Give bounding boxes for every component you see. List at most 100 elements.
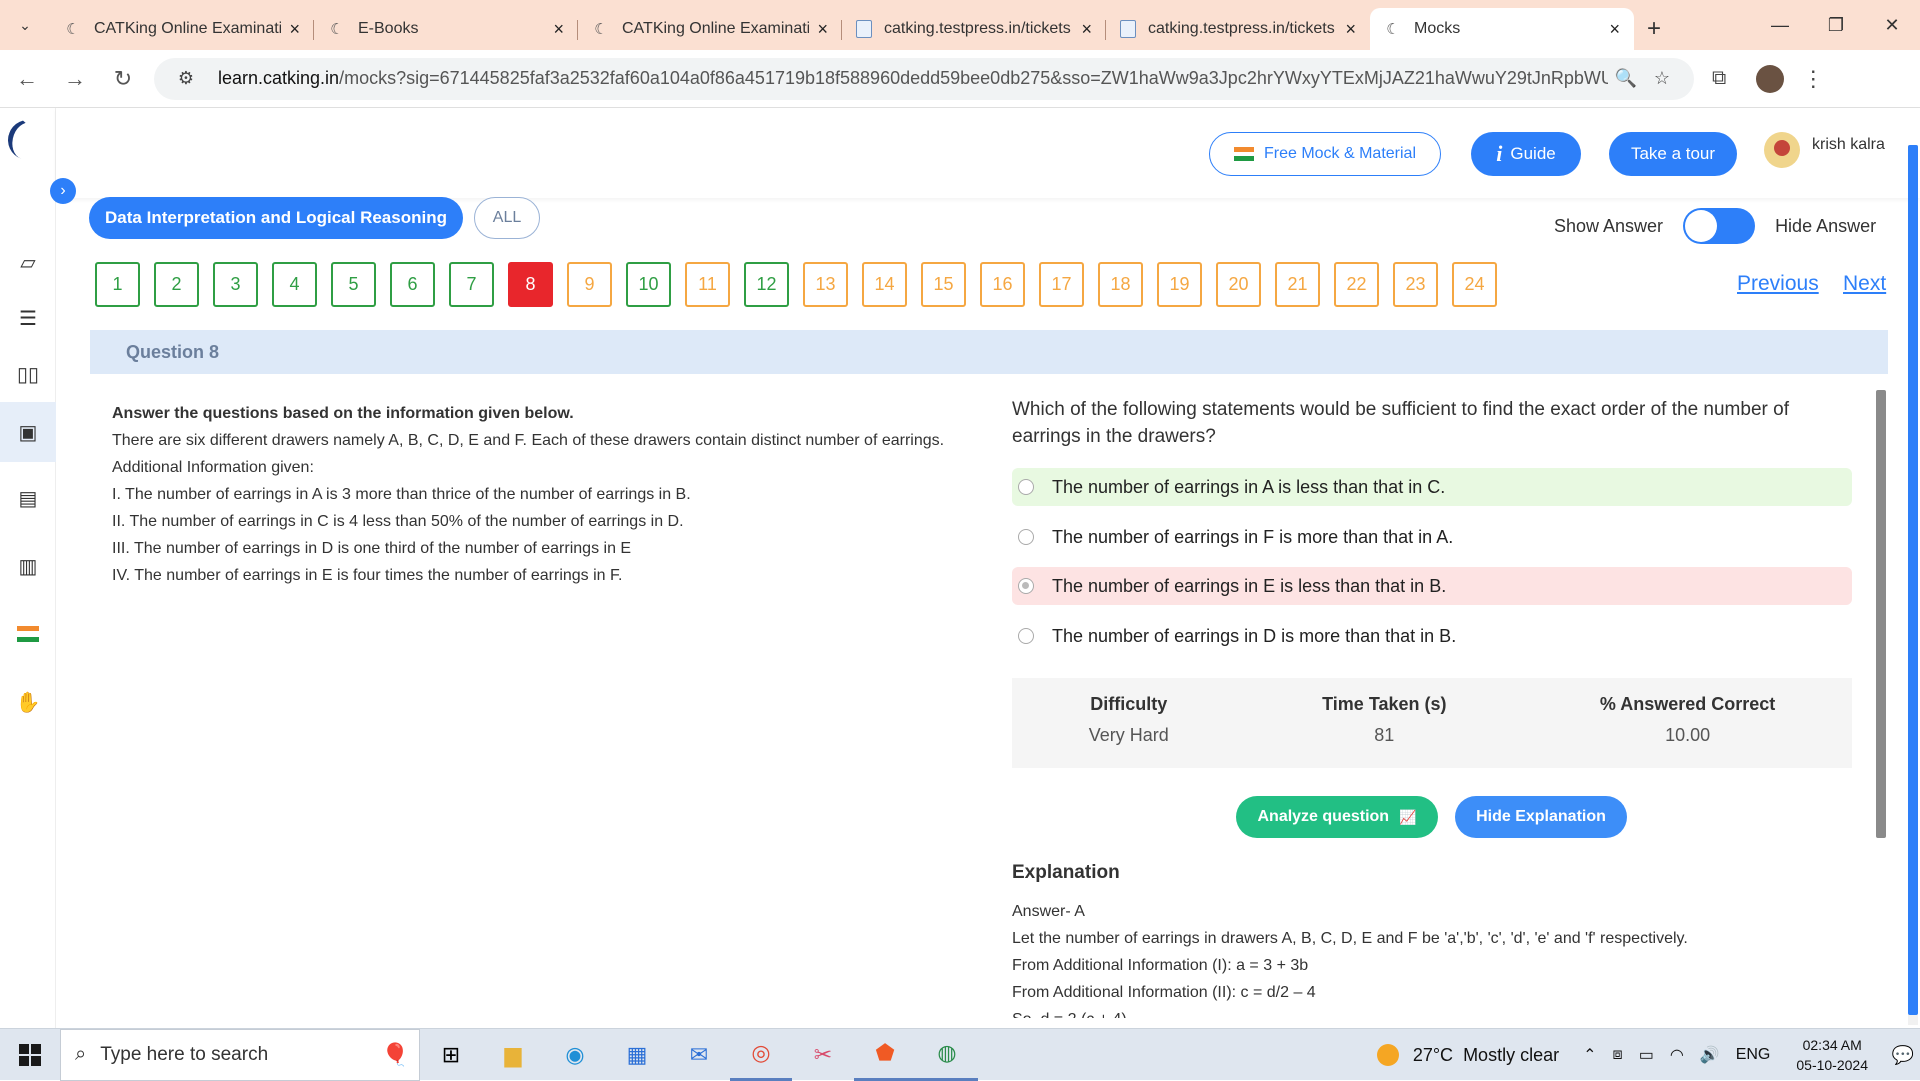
radio-button[interactable] [1018, 628, 1034, 644]
sidebar-expand-chevron-icon[interactable]: › [50, 178, 76, 204]
question-number-button[interactable]: 20 [1216, 262, 1261, 307]
taskbar-search[interactable]: ⌕ Type here to search 🎈 [60, 1028, 420, 1081]
take-a-tour-button[interactable]: Take a tour [1609, 132, 1737, 176]
free-mock-material-button[interactable]: Free Mock & Material [1209, 132, 1441, 176]
profile-avatar-icon[interactable] [1756, 64, 1785, 93]
sidebar-item-books[interactable]: ▱ [0, 232, 56, 292]
close-tab-icon[interactable]: × [1609, 19, 1620, 40]
site-info-icon[interactable]: ⚙ [168, 68, 204, 89]
meet-now-icon[interactable]: ⧈ [1613, 1046, 1623, 1064]
browser-tab[interactable]: ☾ CATKing Online Examinatic × [50, 8, 314, 50]
new-tab-plus-icon[interactable]: + [1634, 8, 1674, 50]
task-view-icon[interactable]: ⊞ [420, 1029, 482, 1081]
page-scrollbar[interactable] [1908, 145, 1918, 1025]
browser-tab[interactable]: ☾ E-Books × [314, 8, 578, 50]
chevron-up-icon[interactable]: ⌃ [1583, 1045, 1596, 1065]
scissors-icon[interactable]: ✂ [792, 1029, 854, 1081]
store-icon[interactable]: ▦ [606, 1029, 668, 1081]
extensions-puzzle-icon[interactable]: ⧉ [1712, 67, 1726, 90]
close-tab-icon[interactable]: × [553, 19, 564, 40]
app-icon[interactable]: ◎ [730, 1029, 792, 1081]
url-text[interactable]: learn.catking.in/mocks?sig=671445825faf3… [218, 68, 1608, 89]
close-tab-icon[interactable]: × [1081, 19, 1092, 40]
radio-button[interactable] [1018, 578, 1034, 594]
question-number-button[interactable]: 7 [449, 262, 494, 307]
sidebar-item-list[interactable]: ☰ [0, 288, 56, 348]
question-number-button[interactable]: 6 [390, 262, 435, 307]
restore-icon[interactable]: ❐ [1808, 0, 1864, 50]
user-profile[interactable]: krish kalra [1764, 132, 1885, 168]
browser-menu-icon[interactable]: ⋮ [1802, 66, 1824, 92]
language-indicator[interactable]: ENG [1736, 1046, 1771, 1064]
analyze-question-button[interactable]: Analyze question 📈 [1236, 796, 1438, 838]
question-number-button[interactable]: 15 [921, 262, 966, 307]
question-number-button[interactable]: 8 [508, 262, 553, 307]
radio-button[interactable] [1018, 529, 1034, 545]
question-number-button[interactable]: 16 [980, 262, 1025, 307]
option-d[interactable]: The number of earrings in D is more than… [1012, 617, 1852, 655]
browser-tab[interactable]: catking.testpress.in/tickets × [1106, 8, 1370, 50]
browser-tab[interactable]: catking.testpress.in/tickets × [842, 8, 1106, 50]
file-explorer-icon[interactable]: ▆ [482, 1029, 544, 1081]
subject-tab-dilr[interactable]: Data Interpretation and Logical Reasonin… [89, 197, 463, 239]
sidebar-item-india[interactable] [0, 604, 56, 664]
zoom-icon[interactable]: 🔍 [1608, 68, 1644, 89]
tab-search-chevron-icon[interactable]: ⌄ [0, 0, 50, 50]
answer-toggle-switch[interactable] [1683, 208, 1756, 244]
question-number-button[interactable]: 23 [1393, 262, 1438, 307]
forward-arrow-icon[interactable]: → [54, 58, 96, 100]
catking-logo[interactable] [2, 114, 54, 166]
option-c[interactable]: The number of earrings in E is less than… [1012, 567, 1852, 605]
question-number-button[interactable]: 17 [1039, 262, 1084, 307]
url-omnibox[interactable]: ⚙ learn.catking.in/mocks?sig=671445825fa… [154, 57, 1694, 100]
question-number-button[interactable]: 22 [1334, 262, 1379, 307]
question-number-button[interactable]: 14 [862, 262, 907, 307]
sidebar-item-screen[interactable]: ▤ [0, 468, 56, 528]
subject-tab-all[interactable]: ALL [474, 197, 540, 239]
hide-explanation-button[interactable]: Hide Explanation [1455, 796, 1627, 838]
question-number-button[interactable]: 5 [331, 262, 376, 307]
back-arrow-icon[interactable]: ← [6, 58, 48, 100]
previous-link[interactable]: Previous [1737, 272, 1819, 296]
battery-icon[interactable]: ▭ [1639, 1045, 1654, 1065]
notification-center-icon[interactable]: 💬 [1886, 1029, 1920, 1081]
question-number-button[interactable]: 24 [1452, 262, 1497, 307]
next-link[interactable]: Next [1843, 272, 1886, 296]
mail-icon[interactable]: ✉ [668, 1029, 730, 1081]
question-number-button[interactable]: 21 [1275, 262, 1320, 307]
question-number-button[interactable]: 19 [1157, 262, 1202, 307]
page-scrollbar-thumb[interactable] [1908, 145, 1918, 1015]
browser-tab[interactable]: ☾ CATKing Online Examinatic × [578, 8, 842, 50]
close-tab-icon[interactable]: × [1345, 19, 1356, 40]
brave-browser-icon[interactable]: ⬟ [854, 1029, 916, 1081]
question-number-button[interactable]: 1 [95, 262, 140, 307]
guide-button[interactable]: i Guide [1471, 132, 1581, 176]
volume-icon[interactable]: 🔊 [1700, 1045, 1720, 1065]
question-number-button[interactable]: 10 [626, 262, 671, 307]
question-number-button[interactable]: 12 [744, 262, 789, 307]
question-number-button[interactable]: 13 [803, 262, 848, 307]
scrollbar-thumb[interactable] [1876, 390, 1886, 838]
start-button[interactable] [0, 1029, 60, 1081]
question-number-button[interactable]: 18 [1098, 262, 1143, 307]
sidebar-item-handshake[interactable]: ✋ [0, 672, 56, 732]
content-scrollbar[interactable] [1876, 378, 1886, 1018]
option-a[interactable]: The number of earrings in A is less than… [1012, 468, 1852, 506]
question-number-button[interactable]: 4 [272, 262, 317, 307]
sidebar-item-ebook[interactable]: ▥ [0, 536, 56, 596]
question-number-button[interactable]: 9 [567, 262, 612, 307]
option-b[interactable]: The number of earrings in F is more than… [1012, 518, 1852, 556]
chrome-browser-icon[interactable]: ◍ [916, 1029, 978, 1081]
wifi-icon[interactable]: ◠ [1670, 1045, 1684, 1065]
bookmark-star-icon[interactable]: ☆ [1644, 68, 1680, 89]
edge-browser-icon[interactable]: ◉ [544, 1029, 606, 1081]
weather-widget[interactable]: 27°C Mostly clear [1376, 1044, 1559, 1066]
sidebar-item-columns[interactable]: ▯▯ [0, 344, 56, 404]
radio-button[interactable] [1018, 479, 1034, 495]
close-tab-icon[interactable]: × [817, 19, 828, 40]
clock[interactable]: 02:34 AM 05-10-2024 [1796, 1035, 1868, 1075]
close-tab-icon[interactable]: × [289, 19, 300, 40]
question-number-button[interactable]: 2 [154, 262, 199, 307]
question-number-button[interactable]: 11 [685, 262, 730, 307]
reload-icon[interactable]: ↻ [102, 58, 144, 100]
